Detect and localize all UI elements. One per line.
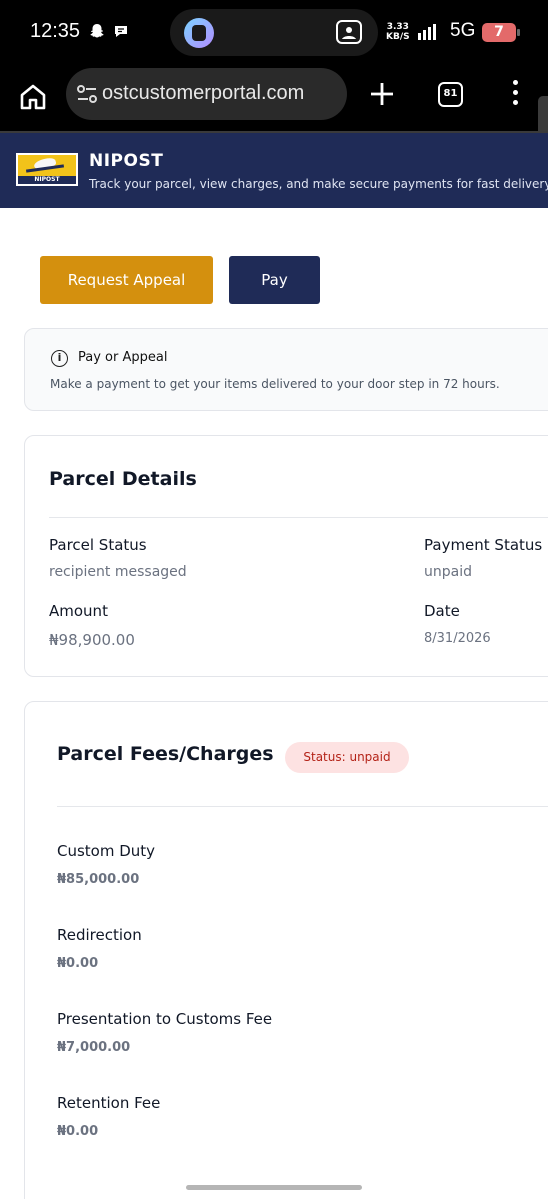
photo-scan-icon: [336, 20, 362, 44]
parcel-status-label: Parcel Status: [49, 536, 147, 554]
amount-value: ₦98,900.00: [49, 631, 135, 649]
browser-toolbar: ostcustomerportal.com 81: [0, 66, 548, 132]
gesture-navigation-bar[interactable]: [186, 1185, 362, 1190]
parcel-fees-title: Parcel Fees/Charges: [57, 743, 274, 765]
info-alert: i Pay or Appeal Make a payment to get yo…: [24, 328, 548, 411]
date-value: 8/31/2026: [424, 631, 491, 646]
pay-button[interactable]: Pay: [229, 256, 320, 304]
signal-icon: [418, 24, 436, 40]
net-speed-value: 3.33: [386, 22, 409, 32]
status-bar: 12:35 3.33 KB/S 5G 7: [0, 0, 548, 66]
chat-bubble-icon: [115, 26, 127, 37]
dynamic-island: [170, 9, 378, 56]
address-bar[interactable]: ostcustomerportal.com: [66, 68, 347, 120]
home-icon[interactable]: [18, 82, 48, 112]
fee-value-presentation: ₦7,000.00: [57, 1040, 131, 1055]
url-text[interactable]: ostcustomerportal.com: [102, 82, 304, 105]
fee-label-custom-duty: Custom Duty: [57, 842, 156, 860]
parcel-details-title: Parcel Details: [49, 468, 197, 490]
parcel-status-value: recipient messaged: [49, 564, 187, 580]
card-divider: [49, 517, 548, 518]
parcel-fees-card: Parcel Fees/Charges Status: unpaid Custo…: [24, 701, 548, 1199]
tabs-icon[interactable]: 81: [438, 82, 463, 107]
fee-value-custom-duty: ₦85,000.00: [57, 872, 140, 887]
snapchat-icon: [90, 24, 104, 38]
fee-label-retention: Retention Fee: [57, 1094, 161, 1112]
fee-value-redirection: ₦0.00: [57, 956, 99, 971]
fee-label-presentation: Presentation to Customs Fee: [57, 1010, 273, 1028]
net-speed: 3.33 KB/S: [386, 22, 410, 42]
logo-emblem: [18, 155, 76, 176]
plus-icon[interactable]: [368, 80, 396, 108]
media-app-icon: [184, 18, 214, 48]
info-icon: i: [51, 350, 68, 367]
status-badge: Status: unpaid: [285, 742, 409, 773]
net-speed-unit: KB/S: [386, 32, 410, 42]
site-header: NIPOST NIPOST Track your parcel, view ch…: [0, 133, 548, 208]
card-divider: [57, 806, 548, 807]
brand-name: NIPOST: [89, 151, 164, 171]
info-text: Make a payment to get your items deliver…: [50, 377, 500, 391]
notification-icons: [88, 22, 130, 40]
brand-tagline: Track your parcel, view charges, and mak…: [89, 177, 548, 191]
info-title: Pay or Appeal: [78, 350, 168, 365]
fee-label-redirection: Redirection: [57, 926, 142, 944]
request-appeal-button[interactable]: Request Appeal: [40, 256, 213, 304]
parcel-details-card: Parcel Details Parcel Status recipient m…: [24, 435, 548, 677]
date-label: Date: [424, 602, 460, 620]
fee-value-retention: ₦0.00: [57, 1124, 99, 1139]
payment-status-value: unpaid: [424, 564, 472, 580]
nipost-logo[interactable]: NIPOST: [16, 153, 78, 186]
site-settings-icon[interactable]: [76, 84, 98, 104]
payment-status-label: Payment Status: [424, 536, 543, 554]
screen: 12:35 3.33 KB/S 5G 7 ostcustomerportal.c…: [0, 0, 548, 1199]
more-menu-icon[interactable]: [508, 80, 522, 108]
battery-indicator: 7: [482, 23, 520, 42]
clock: 12:35: [30, 20, 81, 42]
amount-label: Amount: [49, 602, 108, 620]
network-type: 5G: [450, 20, 476, 41]
logo-text: NIPOST: [18, 176, 76, 184]
